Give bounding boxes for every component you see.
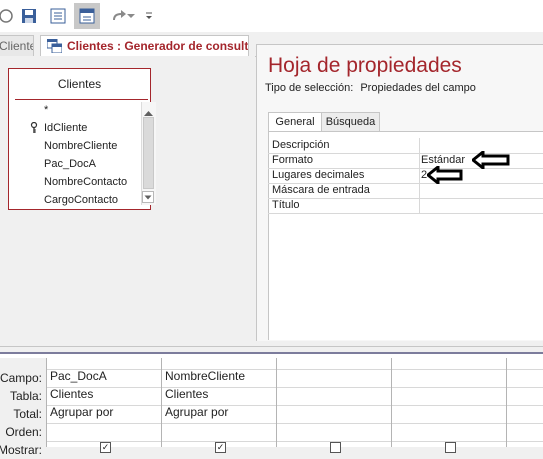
property-name: Descripción <box>272 139 330 151</box>
arrow-annotation-formato <box>470 148 510 174</box>
property-sheet-title: Hoja de propiedades <box>268 54 462 77</box>
property-name: Lugares decimales <box>272 169 365 181</box>
tabla-cell[interactable]: Clientes <box>50 385 93 403</box>
tab-clientes-label: Clientes <box>0 39 33 53</box>
tab-clientes[interactable]: Clientes <box>0 35 34 56</box>
quick-access-toolbar <box>0 0 543 33</box>
property-name: Máscara de entrada <box>272 184 370 196</box>
property-row-mascara-de-entrada[interactable]: Máscara de entrada <box>268 183 543 199</box>
campo-cell[interactable]: Pac_DocA <box>50 367 107 385</box>
primary-key-icon <box>30 121 38 139</box>
query-column-3[interactable] <box>276 358 392 453</box>
redo-dropdown-icon[interactable] <box>124 3 138 29</box>
mostrar-checkbox[interactable]: ✓ <box>215 442 226 453</box>
field-item-cargocontacto[interactable]: CargoContacto <box>44 191 118 209</box>
query-column-5[interactable] <box>506 358 543 447</box>
query-icon <box>46 38 63 56</box>
selection-type-value: Propiedades del campo <box>360 82 476 94</box>
field-item-idcliente[interactable]: IdCliente <box>44 119 87 137</box>
scrollbar-thumb[interactable] <box>143 117 154 189</box>
table-title-divider <box>15 99 148 100</box>
property-column-divider <box>419 138 420 213</box>
save-icon[interactable] <box>16 3 42 29</box>
campo-cell[interactable]: NombreCliente <box>165 367 245 385</box>
total-cell[interactable]: Agrupar por <box>50 403 113 421</box>
scroll-down-icon[interactable] <box>142 191 154 203</box>
mostrar-checkbox[interactable] <box>330 442 341 453</box>
tab-busqueda[interactable]: Búsqueda <box>321 112 380 132</box>
selection-type: Tipo de selección: Propiedades del campo <box>265 82 476 94</box>
row-label-campo: Campo: <box>0 371 42 385</box>
selection-type-label: Tipo de selección: <box>265 82 354 94</box>
query-column-2[interactable]: NombreCliente Clientes Agrupar por ✓ <box>161 358 277 453</box>
design-view-icon[interactable] <box>74 3 100 29</box>
property-name: Formato <box>272 154 313 166</box>
mostrar-checkbox[interactable]: ✓ <box>100 442 111 453</box>
field-item-pac-doca[interactable]: Pac_DocA <box>44 155 96 173</box>
property-row-titulo[interactable]: Título <box>268 198 543 214</box>
mostrar-checkbox[interactable] <box>445 442 456 453</box>
arrow-annotation-lugares-decimales <box>425 163 463 189</box>
customize-toolbar-icon[interactable] <box>142 3 156 29</box>
row-label-orden: Orden: <box>5 425 42 439</box>
row-label-tabla: Tabla: <box>9 389 42 403</box>
pane-splitter[interactable] <box>0 346 543 354</box>
total-cell[interactable]: Agrupar por <box>165 403 228 421</box>
view-icon[interactable] <box>45 3 71 29</box>
table-field-list[interactable]: Clientes * IdCliente NombreCliente Pac_D… <box>8 68 156 210</box>
row-label-mostrar: Mostrar: <box>0 443 42 457</box>
tab-query-builder[interactable]: Clientes : Generador de consultas <box>40 35 249 56</box>
tabla-cell[interactable]: Clientes <box>165 385 208 403</box>
property-name: Título <box>272 199 300 211</box>
field-item-nombrecontacto[interactable]: NombreContacto <box>44 173 127 191</box>
field-item-nombrecliente[interactable]: NombreCliente <box>44 137 117 155</box>
query-row-labels: Campo: Tabla: Total: Orden: Mostrar: <box>0 358 47 457</box>
query-column-4[interactable] <box>391 358 507 453</box>
field-item-all[interactable]: * <box>44 101 48 119</box>
query-column-1[interactable]: Pac_DocA Clientes Agrupar por ✓ <box>46 358 162 453</box>
table-title[interactable]: Clientes <box>9 69 150 99</box>
row-label-total: Total: <box>13 407 42 421</box>
tab-query-builder-label: Clientes : Generador de consultas <box>67 39 249 53</box>
tab-general[interactable]: General <box>268 112 322 132</box>
